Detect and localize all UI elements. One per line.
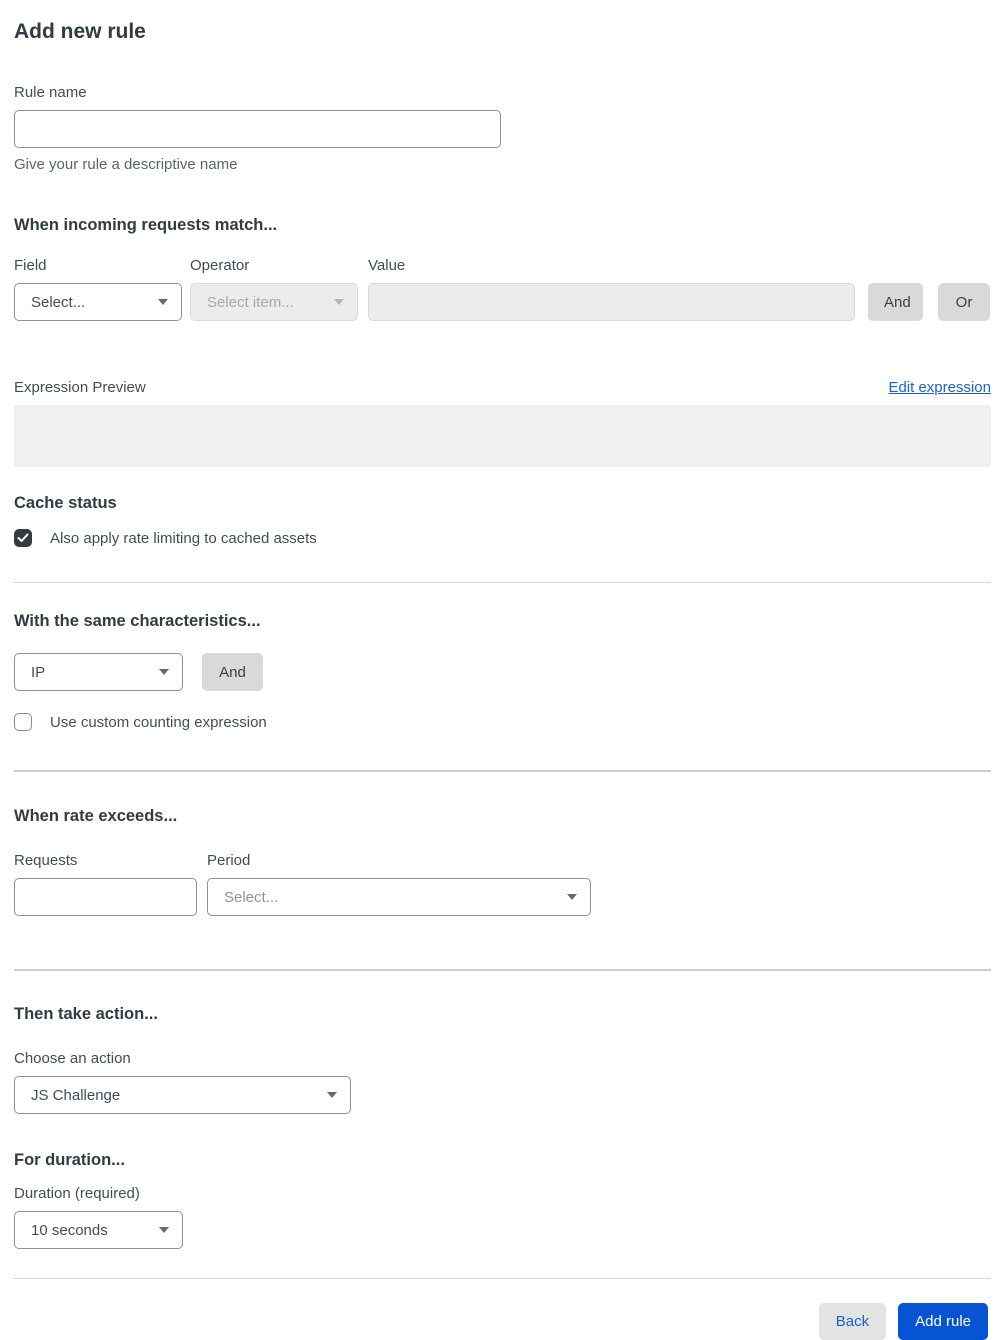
footer-divider (14, 1278, 991, 1279)
requests-label: Requests (14, 852, 78, 869)
footer-actions: Back Add rule (14, 1303, 991, 1340)
duration-select[interactable]: 10 seconds (14, 1211, 183, 1249)
rule-name-label: Rule name (14, 84, 87, 101)
chevron-down-icon (159, 1227, 169, 1233)
operator-select-value: Select item... (207, 293, 294, 311)
duration-group: Duration (required) 10 seconds (14, 1185, 991, 1249)
cached-assets-checkbox[interactable] (14, 529, 32, 547)
action-group: Choose an action JS Challenge (14, 1050, 991, 1114)
field-label: Field (14, 257, 47, 274)
characteristics-and-button[interactable]: And (202, 653, 263, 691)
requests-input[interactable] (14, 878, 197, 916)
rate-heading: When rate exceeds... (14, 807, 178, 825)
rule-name-helper: Give your rule a descriptive name (14, 156, 238, 173)
action-heading: Then take action... (14, 1005, 158, 1023)
chevron-down-icon (158, 299, 168, 305)
operator-label: Operator (190, 257, 250, 274)
duration-select-value: 10 seconds (31, 1221, 108, 1239)
characteristics-heading: With the same characteristics... (14, 612, 261, 630)
field-select[interactable]: Select... (14, 283, 182, 321)
characteristic-select[interactable]: IP (14, 653, 183, 691)
characteristic-select-value: IP (31, 663, 46, 681)
custom-counting-checkbox-row: Use custom counting expression (14, 713, 991, 731)
expression-preview-label: Expression Preview (14, 379, 146, 396)
match-section-heading: When incoming requests match... (14, 216, 278, 234)
duration-heading: For duration... (14, 1151, 125, 1169)
section-divider (14, 770, 991, 772)
chevron-down-icon (334, 299, 344, 305)
custom-counting-label: Use custom counting expression (50, 713, 267, 731)
action-select-value: JS Challenge (31, 1086, 121, 1104)
chevron-down-icon (159, 669, 169, 675)
custom-counting-checkbox[interactable] (14, 713, 32, 731)
period-label: Period (207, 852, 251, 869)
edit-expression-link[interactable]: Edit expression (888, 379, 991, 397)
add-rule-button[interactable]: Add rule (898, 1303, 988, 1340)
value-group: Value (368, 257, 855, 321)
chevron-down-icon (567, 894, 577, 900)
match-expression-row: Field Select... Operator Select item... … (14, 257, 991, 321)
period-select-value: Select... (224, 888, 279, 906)
and-button[interactable]: And (868, 283, 923, 321)
section-divider (14, 969, 991, 971)
choose-action-label: Choose an action (14, 1050, 131, 1067)
rule-name-group: Rule name Give your rule a descriptive n… (14, 84, 991, 173)
operator-select: Select item... (190, 283, 358, 321)
rule-name-input[interactable] (14, 110, 501, 148)
value-label: Value (368, 257, 406, 274)
back-button[interactable]: Back (818, 1303, 887, 1340)
chevron-down-icon (327, 1092, 337, 1098)
requests-group: Requests (14, 852, 197, 916)
cached-assets-checkbox-row: Also apply rate limiting to cached asset… (14, 529, 991, 547)
cached-assets-label: Also apply rate limiting to cached asset… (50, 529, 317, 547)
field-select-value: Select... (31, 293, 86, 311)
or-button[interactable]: Or (938, 283, 990, 321)
period-select[interactable]: Select... (207, 878, 591, 916)
duration-label: Duration (required) (14, 1185, 140, 1202)
add-new-rule-form: Add new rule Rule name Give your rule a … (0, 0, 1002, 1340)
section-divider (14, 582, 991, 583)
period-group: Period Select... (207, 852, 591, 916)
operator-group: Operator Select item... (190, 257, 358, 321)
action-select[interactable]: JS Challenge (14, 1076, 351, 1114)
field-group: Field Select... (14, 257, 182, 321)
value-input (368, 283, 855, 321)
rate-row: Requests Period Select... (14, 852, 991, 916)
expression-preview-group: Expression Preview Edit expression (14, 379, 991, 467)
page-title: Add new rule (14, 20, 146, 43)
checkmark-icon (17, 533, 29, 542)
expression-preview-box (14, 405, 991, 467)
cache-status-heading: Cache status (14, 494, 117, 512)
characteristics-row: IP And (14, 653, 991, 691)
